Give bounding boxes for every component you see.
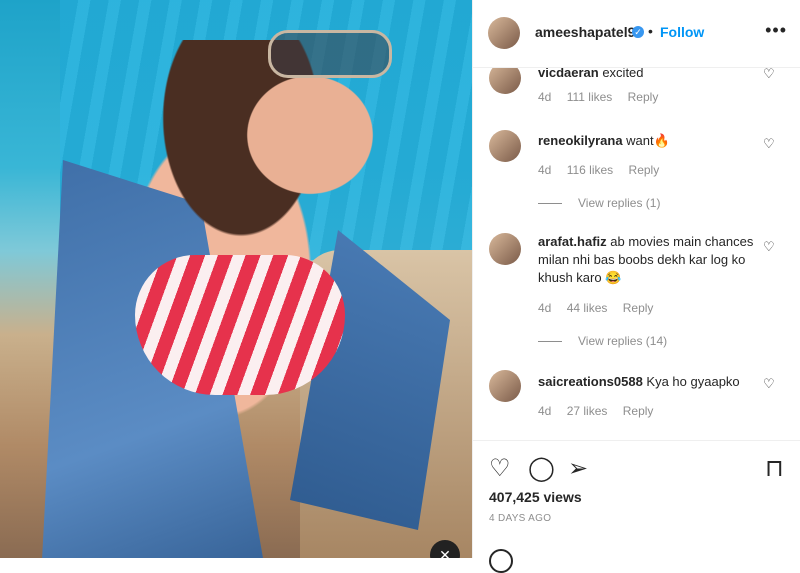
comment-username[interactable]: arafat.hafiz [538, 234, 607, 249]
share-paper-plane-icon[interactable]: ➢ [568, 454, 588, 483]
post-header: ameeshapatel9 ✓ • Follow ••• [473, 0, 800, 68]
sunglasses [268, 30, 392, 78]
comment-text: want🔥 [626, 133, 670, 148]
comment-reply-button[interactable]: Reply [623, 301, 654, 315]
follow-button[interactable]: Follow [660, 24, 704, 40]
commenter-avatar[interactable] [489, 370, 521, 402]
view-replies-label: View replies (14) [578, 334, 668, 348]
post-actions: ♡ ◯ ➢ ⊓ 407,425 views 4 DAYS AGO [473, 440, 800, 573]
comment-age: 4d [538, 163, 552, 177]
comment-text: Kya ho gyaapko [646, 374, 740, 389]
comment-username[interactable]: vicdaeran [538, 68, 599, 80]
comment-bubble-icon[interactable]: ◯ [528, 454, 555, 483]
comment-reply-button[interactable]: Reply [628, 90, 659, 104]
person-figure [40, 40, 450, 558]
author-username[interactable]: ameeshapatel9 [535, 24, 635, 40]
like-heart-icon[interactable]: ♡ [489, 454, 511, 483]
comment-like-heart-icon[interactable]: ♡ [763, 68, 775, 82]
more-options-icon[interactable]: ••• [765, 20, 787, 41]
view-replies-button[interactable]: View replies (14) [538, 334, 667, 348]
comment-age: 4d [538, 90, 552, 104]
comment-reply-button[interactable]: Reply [623, 404, 654, 418]
comment-like-heart-icon[interactable]: ♡ [763, 136, 775, 152]
comment-likes[interactable]: 27 likes [567, 404, 608, 418]
comment-age: 4d [538, 404, 552, 418]
post-media[interactable]: ✕ [0, 0, 472, 558]
comment-likes[interactable]: 116 likes [567, 163, 613, 177]
bookmark-icon[interactable]: ⊓ [765, 454, 784, 483]
comment-username[interactable]: saicreations0588 [538, 374, 643, 389]
view-replies-label: View replies (1) [578, 196, 661, 210]
replies-divider [538, 341, 562, 343]
view-replies-button[interactable]: View replies (1) [538, 196, 660, 210]
comment-likes[interactable]: 44 likes [567, 301, 608, 315]
comment-like-heart-icon[interactable]: ♡ [763, 376, 775, 392]
comment-age: 4d [538, 301, 552, 315]
comment-likes[interactable]: 111 likes [567, 90, 613, 104]
verified-badge-icon: ✓ [632, 26, 644, 38]
post-date[interactable]: 4 DAYS AGO [489, 513, 551, 524]
commenter-avatar[interactable] [489, 68, 521, 94]
commenter-avatar[interactable] [489, 130, 521, 162]
face [230, 60, 390, 210]
comment-text: excited [602, 68, 644, 80]
comment-reply-button[interactable]: Reply [629, 163, 660, 177]
striped-bikini [135, 255, 345, 395]
post-sidebar: ameeshapatel9 ✓ • Follow ••• vicdaeran e… [472, 0, 800, 573]
comment-username[interactable]: reneokilyrana [538, 133, 623, 148]
view-count[interactable]: 407,425 views [489, 489, 582, 505]
comment-like-heart-icon[interactable]: ♡ [763, 239, 775, 255]
replies-divider [538, 203, 562, 205]
separator-dot: • [648, 23, 653, 39]
comments-list[interactable]: vicdaeran excited ♡ 4d 111 likes Reply r… [473, 68, 800, 440]
commenter-avatar[interactable] [489, 233, 521, 265]
author-avatar[interactable] [488, 17, 520, 49]
emoji-picker-icon[interactable] [489, 549, 513, 573]
